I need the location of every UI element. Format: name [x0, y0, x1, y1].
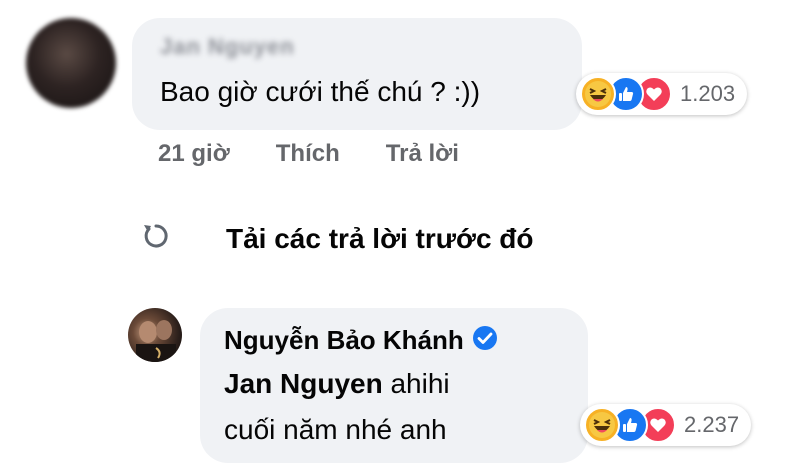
reply-reactions[interactable]: 2.237: [580, 404, 752, 446]
haha-icon: [580, 76, 616, 112]
reaction-count[interactable]: 1.203: [680, 81, 735, 107]
load-previous-label: Tải các trả lời trước đó: [226, 222, 534, 254]
commenter-avatar[interactable]: [26, 18, 116, 108]
mention-link[interactable]: Jan Nguyen: [224, 368, 383, 399]
reply-text-line2: cuối năm nhé anh: [224, 414, 447, 445]
comment-text: Bao giờ cưới thế chú ? :)): [160, 76, 481, 107]
comment-timestamp[interactable]: 21 giờ: [158, 140, 230, 168]
reply-text-line1: Jan Nguyen ahihi: [224, 368, 450, 400]
verified-badge-icon: [472, 325, 498, 356]
reply-author-avatar[interactable]: [128, 308, 182, 362]
reply-author-name[interactable]: Nguyễn Bảo Khánh: [224, 325, 464, 356]
reaction-count[interactable]: 2.237: [684, 412, 739, 438]
reply-author: Nguyễn Bảo Khánh: [224, 325, 498, 356]
reply-button[interactable]: Trả lời: [386, 140, 459, 168]
refresh-icon: [140, 220, 172, 257]
load-previous-replies[interactable]: Tải các trả lời trước đó: [140, 220, 534, 257]
comment-reactions[interactable]: 1.203: [576, 73, 748, 115]
comment-author-name[interactable]: Jan Nguyen: [160, 34, 295, 60]
reply-text-after-mention: ahihi: [382, 368, 450, 399]
comment-actions: 21 giờ Thích Trả lời: [158, 140, 459, 168]
haha-icon: [584, 407, 620, 443]
like-button[interactable]: Thích: [276, 140, 340, 168]
